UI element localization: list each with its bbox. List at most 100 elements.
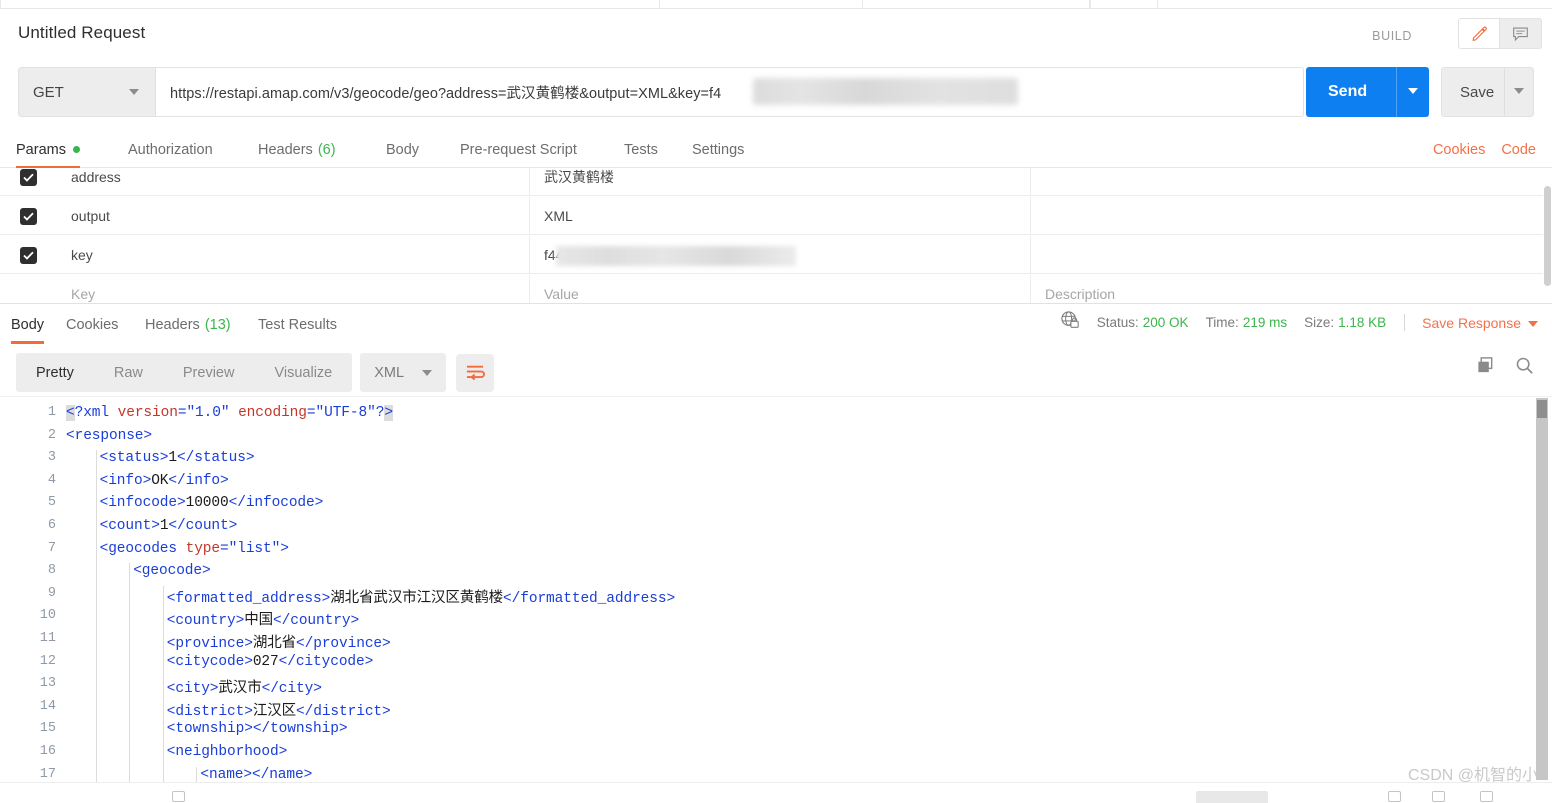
- http-method-select[interactable]: GET: [18, 67, 156, 117]
- param-description-cell[interactable]: [1031, 168, 1552, 196]
- param-key-cell[interactable]: key: [57, 236, 530, 274]
- status-meta: Status: 200 OK: [1097, 315, 1189, 330]
- checkbox-icon[interactable]: [20, 246, 37, 264]
- table-row[interactable]: output XML: [0, 197, 1552, 235]
- response-code-viewer[interactable]: 1 2 3 4 5 6 7 8 9 10 11 12 13 14 15 16 17 <?xml version=…: [0, 396, 1552, 782]
- edit-pencil-button[interactable]: [1458, 18, 1500, 49]
- view-mode-preview[interactable]: Preview: [163, 353, 255, 392]
- view-mode-pretty[interactable]: Pretty: [16, 353, 94, 392]
- save-chevron-down-icon[interactable]: [1514, 88, 1524, 94]
- response-tab-body[interactable]: Body: [11, 308, 45, 344]
- param-value-cell[interactable]: f44: [530, 236, 1031, 274]
- param-description-placeholder-cell[interactable]: Description: [1031, 275, 1552, 303]
- param-value-placeholder-cell[interactable]: Value: [530, 275, 1031, 303]
- tab-pre-request-script[interactable]: Pre-request Script: [460, 131, 577, 168]
- code-line[interactable]: <district>江汉区</district>: [66, 699, 391, 722]
- code-line[interactable]: <name></name>: [66, 767, 312, 782]
- checkbox-icon[interactable]: [20, 168, 37, 186]
- code-line[interactable]: <geocodes type="list">: [66, 541, 289, 564]
- param-key-cell[interactable]: output: [57, 197, 530, 235]
- response-tab-headers-count: (13): [204, 316, 231, 333]
- chevron-down-icon: [129, 89, 139, 95]
- code-token: <country>: [166, 613, 245, 630]
- footer-icon-1[interactable]: [172, 791, 185, 802]
- code-content[interactable]: <?xml version="1.0" encoding="UTF-8"?> <r…: [66, 397, 1552, 782]
- code-line[interactable]: <citycode>027</citycode>: [66, 653, 374, 677]
- comment-button[interactable]: [1500, 18, 1542, 49]
- send-divider: [1396, 67, 1397, 117]
- response-tab-cookies[interactable]: Cookies: [66, 308, 118, 341]
- code-line-number: 8: [47, 563, 56, 579]
- param-value-placeholder: Value: [544, 286, 579, 302]
- request-header: Untitled Request BUILD: [0, 9, 1552, 55]
- search-icon[interactable]: [1515, 356, 1534, 380]
- tab-body[interactable]: Body: [386, 131, 419, 168]
- send-button[interactable]: Send: [1306, 67, 1429, 117]
- footer-icon-3[interactable]: [1432, 791, 1445, 802]
- code-line[interactable]: <response>: [66, 428, 152, 451]
- tab-headers[interactable]: Headers (6): [258, 131, 336, 168]
- code-token: version: [117, 405, 178, 421]
- param-key-cell[interactable]: address: [57, 168, 530, 196]
- param-value-cell[interactable]: XML: [530, 197, 1031, 235]
- meta-separator: [1404, 314, 1406, 331]
- checkbox-icon[interactable]: [20, 207, 37, 225]
- save-button[interactable]: Save: [1441, 67, 1534, 117]
- code-line[interactable]: <count>1</count>: [66, 518, 238, 541]
- code-token: <city>: [166, 681, 219, 698]
- url-input[interactable]: https://restapi.amap.com/v3/geocode/geo?…: [156, 67, 1304, 117]
- table-row[interactable]: key f44: [0, 236, 1552, 274]
- save-response-label: Save Response: [1422, 314, 1521, 331]
- code-scrollbar-thumb[interactable]: [1537, 400, 1547, 418]
- code-token: <citycode>: [166, 653, 253, 670]
- code-line[interactable]: <city>武汉市</city>: [66, 676, 322, 699]
- params-modified-dot-icon: [72, 146, 80, 153]
- code-line[interactable]: <?xml version="1.0" encoding="UTF-8"?>: [66, 405, 393, 428]
- cookies-link[interactable]: Cookies: [1433, 142, 1485, 158]
- format-select[interactable]: XML: [360, 353, 447, 392]
- param-description-cell[interactable]: [1031, 236, 1552, 274]
- tab-params[interactable]: Params: [16, 131, 80, 169]
- url-bar-row: GET https://restapi.amap.com/v3/geocode/…: [18, 67, 1534, 117]
- footer-chip-1[interactable]: [1196, 791, 1268, 803]
- code-line[interactable]: <status>1</status>: [66, 450, 255, 473]
- code-line[interactable]: <neighborhood>: [66, 744, 288, 767]
- params-scrollbar-thumb[interactable]: [1544, 186, 1551, 286]
- word-wrap-icon: [467, 365, 485, 381]
- footer-icon-2[interactable]: [1388, 791, 1401, 802]
- code-line[interactable]: <infocode>10000</infocode>: [66, 495, 324, 518]
- tab-tests[interactable]: Tests: [624, 131, 658, 168]
- footer-icon-4[interactable]: [1480, 791, 1493, 802]
- param-description-cell[interactable]: [1031, 197, 1552, 235]
- request-tabs: Params Authorization Headers (6) Body Pr…: [0, 131, 1552, 169]
- table-row[interactable]: address 武汉黄鹤楼: [0, 168, 1552, 196]
- params-scrollbar[interactable]: [1543, 168, 1552, 303]
- request-right-links: Cookies Code: [1433, 131, 1536, 168]
- code-line[interactable]: <info>OK</info>: [66, 473, 229, 496]
- param-key-placeholder-cell[interactable]: Key: [57, 275, 530, 303]
- response-tab-test-results[interactable]: Test Results: [258, 308, 337, 341]
- code-token: <neighborhood>: [166, 744, 288, 760]
- response-tab-headers[interactable]: Headers (13): [145, 308, 231, 341]
- table-row-placeholder[interactable]: Key Value Description: [0, 275, 1552, 303]
- copy-icon[interactable]: [1476, 356, 1495, 380]
- status-value: 200 OK: [1142, 315, 1189, 330]
- word-wrap-button[interactable]: [456, 353, 495, 392]
- send-chevron-down-icon[interactable]: [1408, 88, 1418, 94]
- param-value-cell[interactable]: 武汉黄鹤楼: [530, 168, 1031, 196]
- code-scrollbar[interactable]: [1536, 398, 1548, 780]
- tab-authorization[interactable]: Authorization: [128, 131, 213, 168]
- code-token: 湖北省: [252, 636, 297, 652]
- code-line[interactable]: <formatted_address>湖北省武汉市江汉区黄鹤楼</formatt…: [66, 586, 675, 609]
- view-mode-visualize[interactable]: Visualize: [254, 353, 352, 392]
- code-line[interactable]: <province>湖北省</province>: [66, 631, 391, 654]
- save-response-button[interactable]: Save Response: [1422, 315, 1538, 331]
- code-line[interactable]: <country>中国</country>: [66, 608, 359, 631]
- code-line[interactable]: <geocode>: [66, 563, 211, 586]
- view-mode-raw[interactable]: Raw: [94, 353, 163, 392]
- tab-settings[interactable]: Settings: [692, 131, 744, 168]
- build-label: BUILD: [1372, 29, 1412, 43]
- code-line-number: 13: [39, 676, 56, 692]
- code-link[interactable]: Code: [1501, 142, 1536, 158]
- code-line[interactable]: <township></township>: [66, 721, 348, 744]
